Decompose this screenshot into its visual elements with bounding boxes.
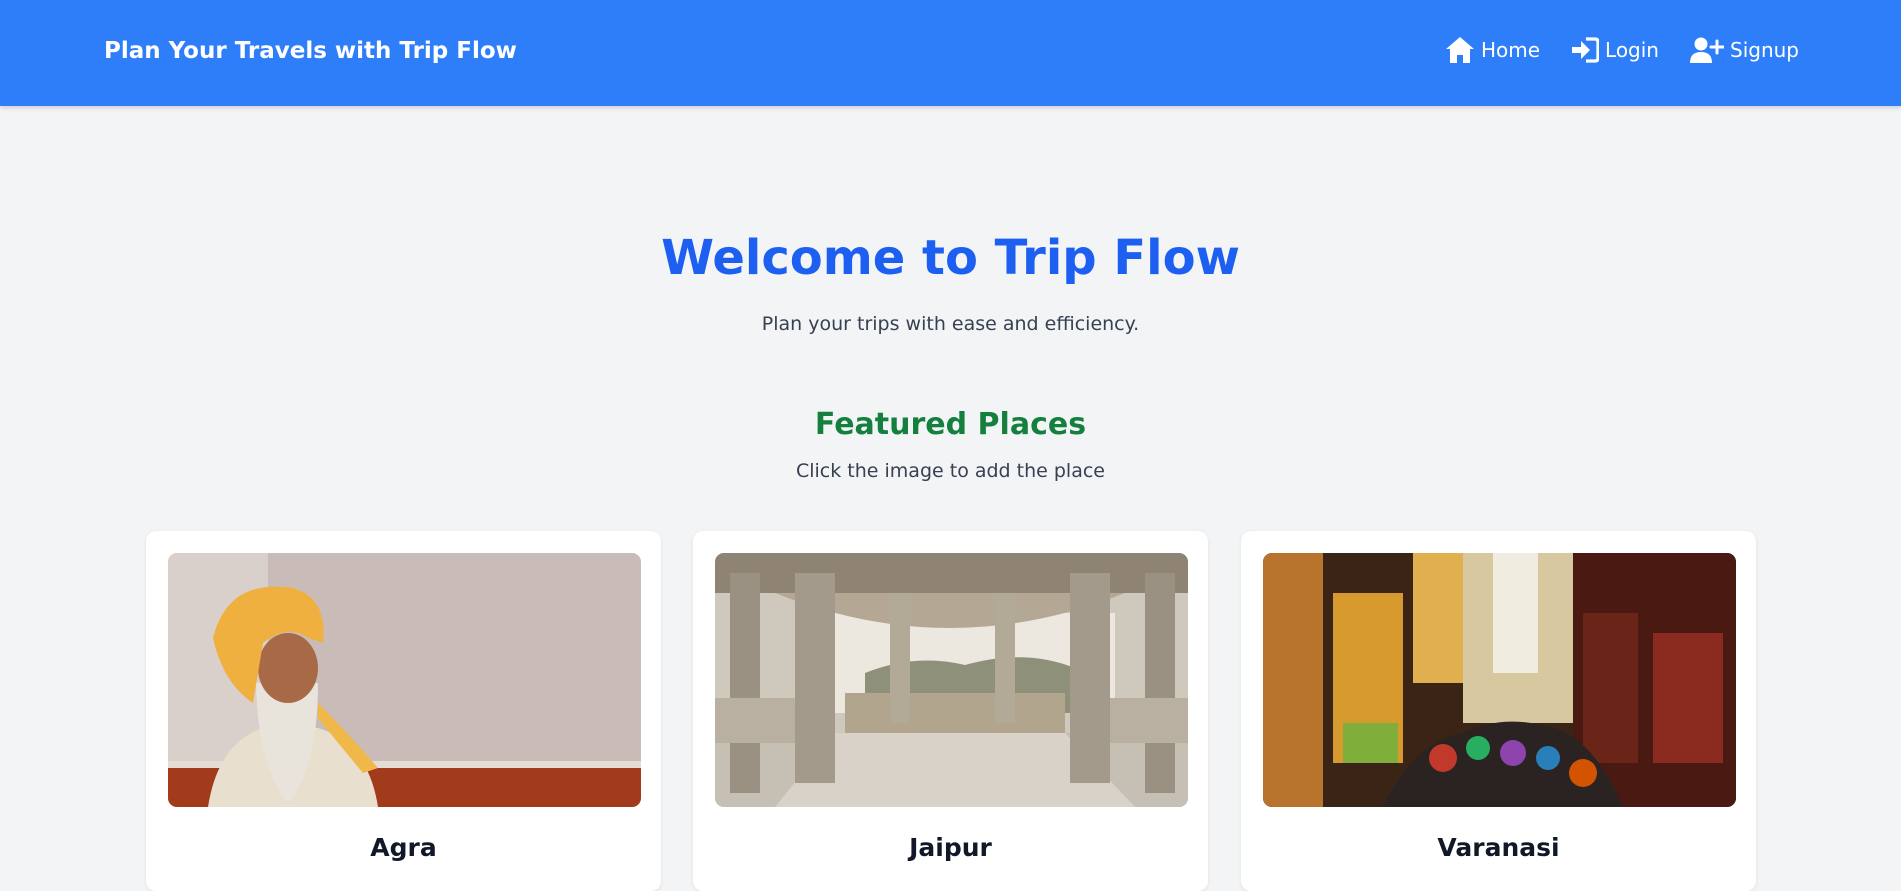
featured-subtitle: Click the image to add the place [795, 460, 1105, 482]
place-card-agra[interactable]: Agra [146, 531, 661, 891]
place-image-agra[interactable] [168, 553, 641, 807]
brand-title[interactable]: Plan Your Travels with Trip Flow [104, 38, 517, 64]
nav-signup-label: Signup [1730, 38, 1799, 62]
place-image-jaipur[interactable] [715, 553, 1188, 807]
place-image-varanasi[interactable] [1263, 553, 1736, 807]
home-icon [1445, 36, 1475, 64]
top-navbar: Plan Your Travels with Trip Flow Home Lo… [0, 0, 1901, 106]
place-name-jaipur: Jaipur [909, 833, 992, 862]
featured-title: Featured Places [814, 407, 1087, 442]
nav-signup-link[interactable]: Signup [1690, 36, 1799, 64]
nav-links: Home Login Signup [1445, 36, 1799, 64]
place-name-agra: Agra [370, 833, 437, 862]
place-card-varanasi[interactable]: Varanasi [1241, 531, 1756, 891]
place-card-jaipur[interactable]: Jaipur [693, 531, 1208, 891]
hero-subtitle: Plan your trips with ease and efficiency… [761, 313, 1140, 335]
nav-home-label: Home [1480, 38, 1541, 62]
nav-home-link[interactable]: Home [1445, 36, 1540, 64]
login-icon [1571, 37, 1600, 63]
hero-title: Welcome to Trip Flow [661, 230, 1240, 286]
place-name-varanasi: Varanasi [1437, 833, 1560, 862]
user-plus-icon [1690, 36, 1724, 64]
nav-login-link[interactable]: Login [1571, 37, 1659, 63]
nav-login-label: Login [1605, 38, 1659, 62]
